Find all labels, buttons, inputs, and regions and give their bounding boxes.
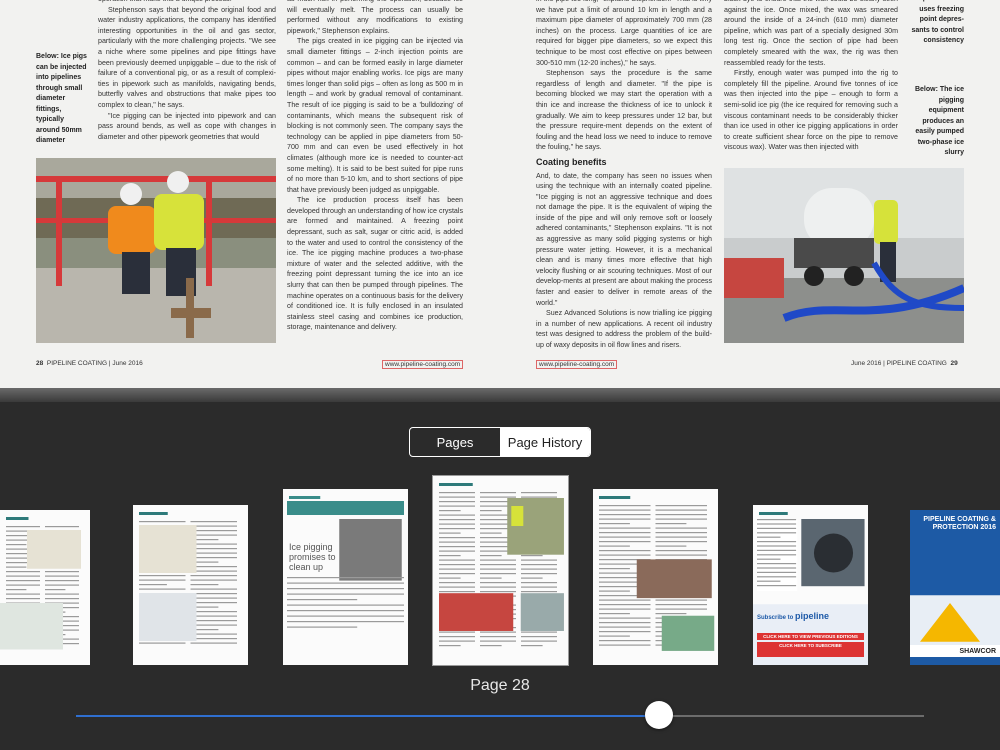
left-url-link[interactable]: www.pipeline-coating.com	[382, 360, 464, 369]
thumbnail-title: PIPELINE COATING & PROTECTION 2016	[923, 516, 996, 531]
article-column-2: as much risk in performing the operation…	[287, 0, 463, 333]
spread-bottom-edge	[0, 388, 1000, 402]
thumbnail-page-preview	[283, 489, 408, 665]
article-paragraph: And, to date, the company has seen no is…	[536, 171, 712, 307]
view-previous-editions-button[interactable]: CLICK HERE TO VIEW PREVIOUS EDITIONS	[757, 633, 864, 641]
page-slider-knob[interactable]	[645, 701, 674, 729]
thumbnail-page-preview	[0, 510, 90, 665]
article-paragraph: Firstly, enough water was pumped into th…	[724, 69, 898, 152]
thumbnail-page-preview	[133, 505, 248, 665]
tab-pages[interactable]: Pages	[410, 428, 500, 456]
right-caption-top: process and uses freezing point depres-s…	[911, 0, 964, 44]
ad-brand: pipeline	[795, 610, 830, 621]
article-column-4: black dye to ensure that the wax could b…	[724, 0, 898, 153]
magazine-spread[interactable]: Below: Ice pigs can be injected into pip…	[0, 0, 1000, 388]
thumbnail-page-preview	[910, 510, 1000, 665]
page-thumbnail[interactable]: Subscribe to pipeline CLICK HERE TO VIEW …	[753, 505, 868, 665]
article-paragraph: "Ice pigging can be injected into pipewo…	[98, 111, 276, 141]
article-paragraph: as much risk in performing the operation…	[287, 0, 463, 35]
view-mode-segmented-control[interactable]: Pages Page History	[409, 427, 591, 457]
workers-photo	[36, 158, 276, 343]
page-thumbnail[interactable]	[432, 475, 569, 666]
article-paragraph: black dye to ensure that the wax could b…	[724, 0, 898, 67]
page-thumbnail[interactable]: Ice pigging promises to clean up	[283, 489, 408, 665]
coating-benefits-heading: Coating benefits	[536, 156, 607, 167]
tab-page-history[interactable]: Page History	[500, 428, 590, 456]
thumbnail-page-preview	[593, 489, 718, 665]
brand-logo: SHAWCOR	[959, 648, 996, 655]
page-thumbnail[interactable]: PIPELINE COATING & PROTECTION 2016 SHAWCO…	[910, 510, 1000, 665]
thumbnail-title: Ice pigging promises to clean up	[289, 541, 336, 572]
equipment-illustration	[724, 168, 964, 343]
page-slider-track[interactable]	[76, 715, 924, 717]
right-url-link[interactable]: www.pipeline-coating.com	[536, 360, 618, 369]
thumbnail-page-preview	[433, 476, 568, 665]
page-thumbnail[interactable]	[0, 510, 90, 665]
article-paragraph: The ice production process itself has be…	[287, 196, 463, 332]
article-column-3: in the pipe too long," explains Stephens…	[536, 0, 712, 351]
subscribe-ad[interactable]: Subscribe to pipeline CLICK HERE TO VIEW …	[757, 611, 864, 650]
ice-equipment-photo	[724, 168, 964, 343]
page-thumbnail[interactable]	[133, 505, 248, 665]
article-paragraph: in the pipe too long," explains Stephens…	[536, 0, 712, 67]
article-paragraph: The pigs created in ice pigging can be i…	[287, 37, 463, 194]
article-paragraph: Stephenson says the procedure is the sam…	[536, 69, 712, 152]
right-caption-bottom: Below: The ice pigging equipment produce…	[914, 86, 964, 156]
subscribe-button[interactable]: CLICK HERE TO SUBSCRIBE	[757, 642, 864, 650]
ad-text: Subscribe to	[757, 614, 794, 621]
workers-illustration	[36, 158, 276, 343]
current-page-label: Page 28	[470, 677, 530, 694]
article-paragraph: Stephenson says that beyond the original…	[98, 5, 276, 109]
page-thumbnail[interactable]	[593, 489, 718, 665]
left-caption: Below: Ice pigs can be injected into pip…	[36, 53, 87, 144]
article-paragraph: Suez Advanced Solutions is now trialling…	[536, 309, 712, 349]
right-folio: June 2016 | PIPELINE COATING 29	[851, 360, 958, 367]
left-folio: 28 PIPELINE COATING | June 2016	[36, 360, 143, 367]
page-slider-fill	[76, 715, 660, 717]
article-column-1: operation that make this a unique proces…	[98, 0, 276, 142]
